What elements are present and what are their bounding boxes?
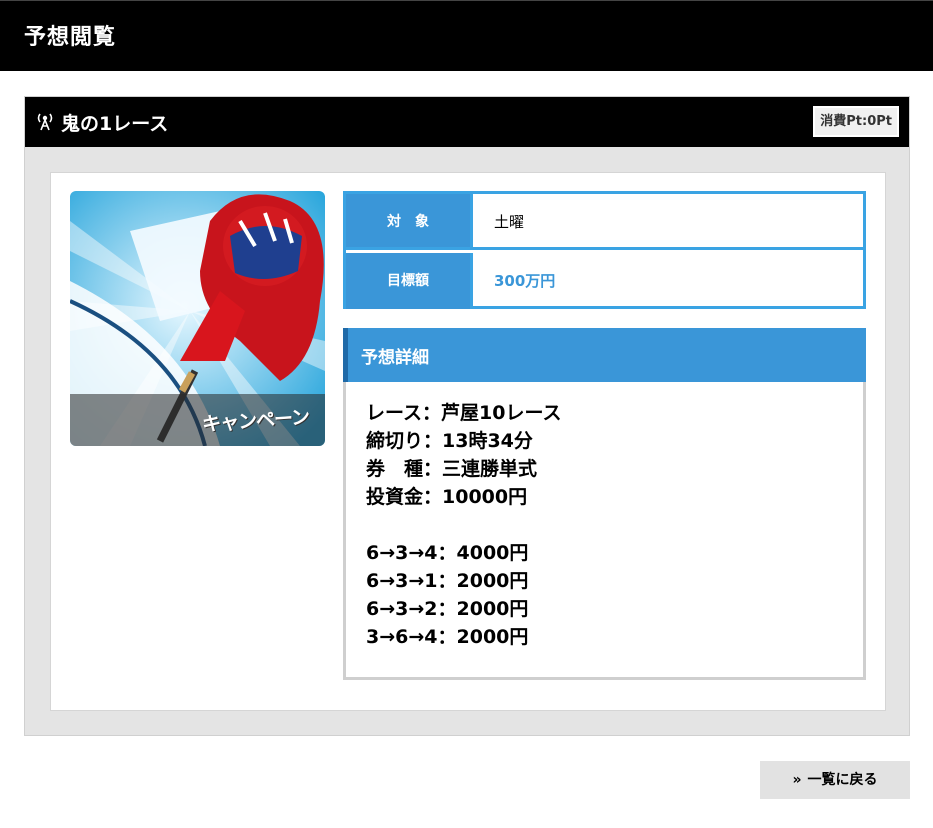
info-value-target: 土曜 (494, 213, 525, 231)
detail-spacer (366, 511, 562, 539)
thumbnail-caption-bar: キャンペーン (70, 394, 325, 446)
info-table: 対 象 土曜 目標額 300万円 (343, 191, 866, 309)
thumbnail-caption: キャンペーン (201, 406, 310, 436)
page-title: 予想閲覧 (24, 25, 117, 50)
detail-line-investment: 投資金：10000円 (366, 486, 528, 508)
panel-header: 鬼の1レース 消費Pt:0Pt (25, 97, 909, 147)
antenna-icon (37, 113, 53, 131)
panel-title: 鬼の1レース (61, 113, 169, 135)
top-bar: 予想閲覧 (0, 0, 933, 71)
double-chevron-right-icon: » (792, 772, 802, 788)
info-label-target: 対 象 (346, 194, 473, 247)
detail-body: レース：芦屋10レース 締切り：13時34分 券 種：三連勝単式 投資金：100… (366, 399, 562, 651)
detail-title: 予想詳細 (361, 348, 429, 368)
bet-line: 3→6→4：2000円 (366, 626, 529, 648)
detail-line-deadline: 締切り：13時34分 (366, 430, 533, 452)
info-value-goal: 300万円 (494, 272, 556, 290)
detail-line-race: レース：芦屋10レース (366, 402, 562, 424)
detail-line-ticket-type: 券 種：三連勝単式 (366, 458, 538, 480)
campaign-thumbnail: キャンペーン (70, 191, 325, 446)
info-row-goal: 目標額 300万円 (346, 253, 863, 309)
bet-line: 6→3→2：2000円 (366, 598, 529, 620)
back-to-list-button[interactable]: » 一覧に戻る (760, 761, 910, 799)
back-to-list-label: 一覧に戻る (807, 772, 878, 788)
bet-line: 6→3→4：4000円 (366, 542, 529, 564)
prediction-panel: 鬼の1レース 消費Pt:0Pt キャンペーン 対 象 土曜 目標額 300万円 … (24, 96, 910, 736)
info-label-goal: 目標額 (346, 253, 473, 309)
prediction-detail: 予想詳細 レース：芦屋10レース 締切り：13時34分 券 種：三連勝単式 投資… (343, 328, 866, 680)
bet-line: 6→3→1：2000円 (366, 570, 529, 592)
cost-badge: 消費Pt:0Pt (813, 106, 899, 137)
info-row-target: 対 象 土曜 (346, 194, 863, 250)
prediction-card: キャンペーン 対 象 土曜 目標額 300万円 予想詳細 レース：芦屋10レース… (50, 172, 886, 711)
detail-header: 予想詳細 (343, 328, 866, 382)
